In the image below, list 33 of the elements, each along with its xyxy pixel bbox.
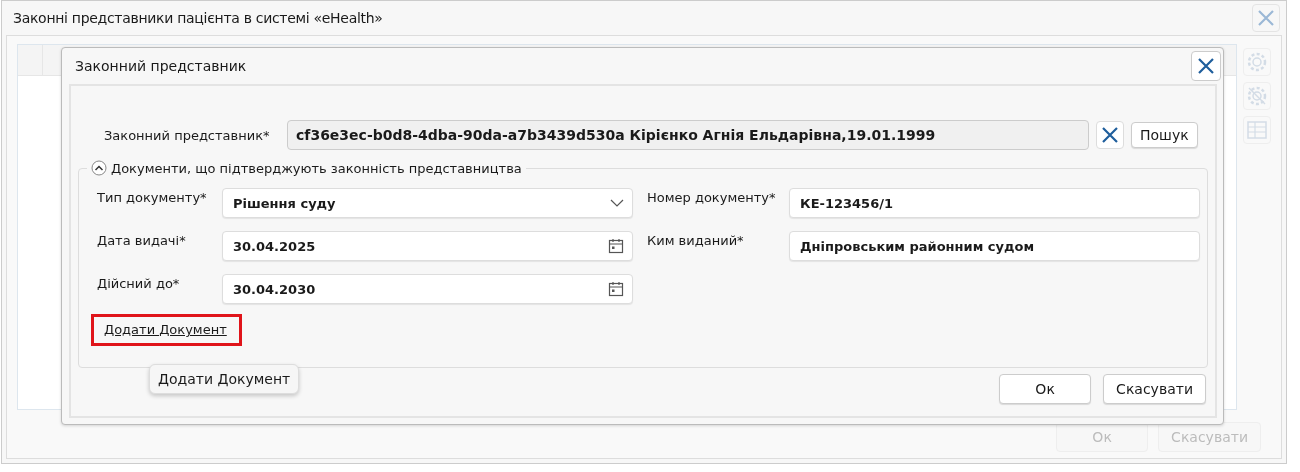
group-title: Документи, що підтверджують законність представництва (111, 160, 522, 176)
clear-button[interactable] (1096, 121, 1124, 149)
gear-slash-icon (1245, 84, 1269, 108)
input-field[interactable]: cf36e3ec-b0d8-4dba-90da-a7b3439d530a Кірієнко Агнія Ельдарівна,19.01.1999 (287, 120, 1089, 150)
field-label: Ким виданий* (646, 232, 745, 248)
field-label: Номер документу* (646, 189, 777, 205)
input-field[interactable]: Дніпровським районним судом (789, 231, 1200, 261)
chevron-down-icon (610, 198, 624, 208)
add-document-link[interactable]: Додати Документ (91, 314, 242, 346)
collapse-button[interactable] (91, 160, 107, 176)
dialog-button[interactable]: Скасувати (1103, 374, 1206, 404)
field-label: Тип документу* (97, 189, 208, 205)
search-button[interactable]: Пошук (1131, 122, 1198, 148)
settings-off-button[interactable] (1243, 82, 1271, 110)
tooltip: Додати Документ (149, 364, 300, 394)
field-label: Дійсний до* (97, 275, 181, 291)
date-field[interactable]: 30.04.2030 (222, 274, 633, 304)
calendar-icon (608, 281, 624, 297)
dropdown[interactable]: Рішення суду (222, 188, 633, 218)
excel-button[interactable] (1243, 116, 1271, 144)
dialog-button[interactable]: Ок (999, 374, 1092, 404)
date-field[interactable]: 30.04.2025 (222, 231, 633, 261)
chevron-up-icon (91, 160, 107, 176)
close-button[interactable] (1191, 51, 1221, 81)
input-field[interactable]: КЕ-123456/1 (789, 188, 1200, 218)
settings-button[interactable] (1243, 48, 1271, 76)
calendar-icon (608, 238, 624, 254)
settings-icon (1245, 50, 1269, 74)
dialog-title: Законний представник (75, 58, 247, 74)
window-title: Законні представники пацієнта в системі «eHealth» (13, 10, 383, 26)
spreadsheet-icon (1245, 118, 1269, 142)
field-label: Законний представник* (104, 127, 271, 143)
field-label: Дата видачі* (97, 232, 187, 248)
